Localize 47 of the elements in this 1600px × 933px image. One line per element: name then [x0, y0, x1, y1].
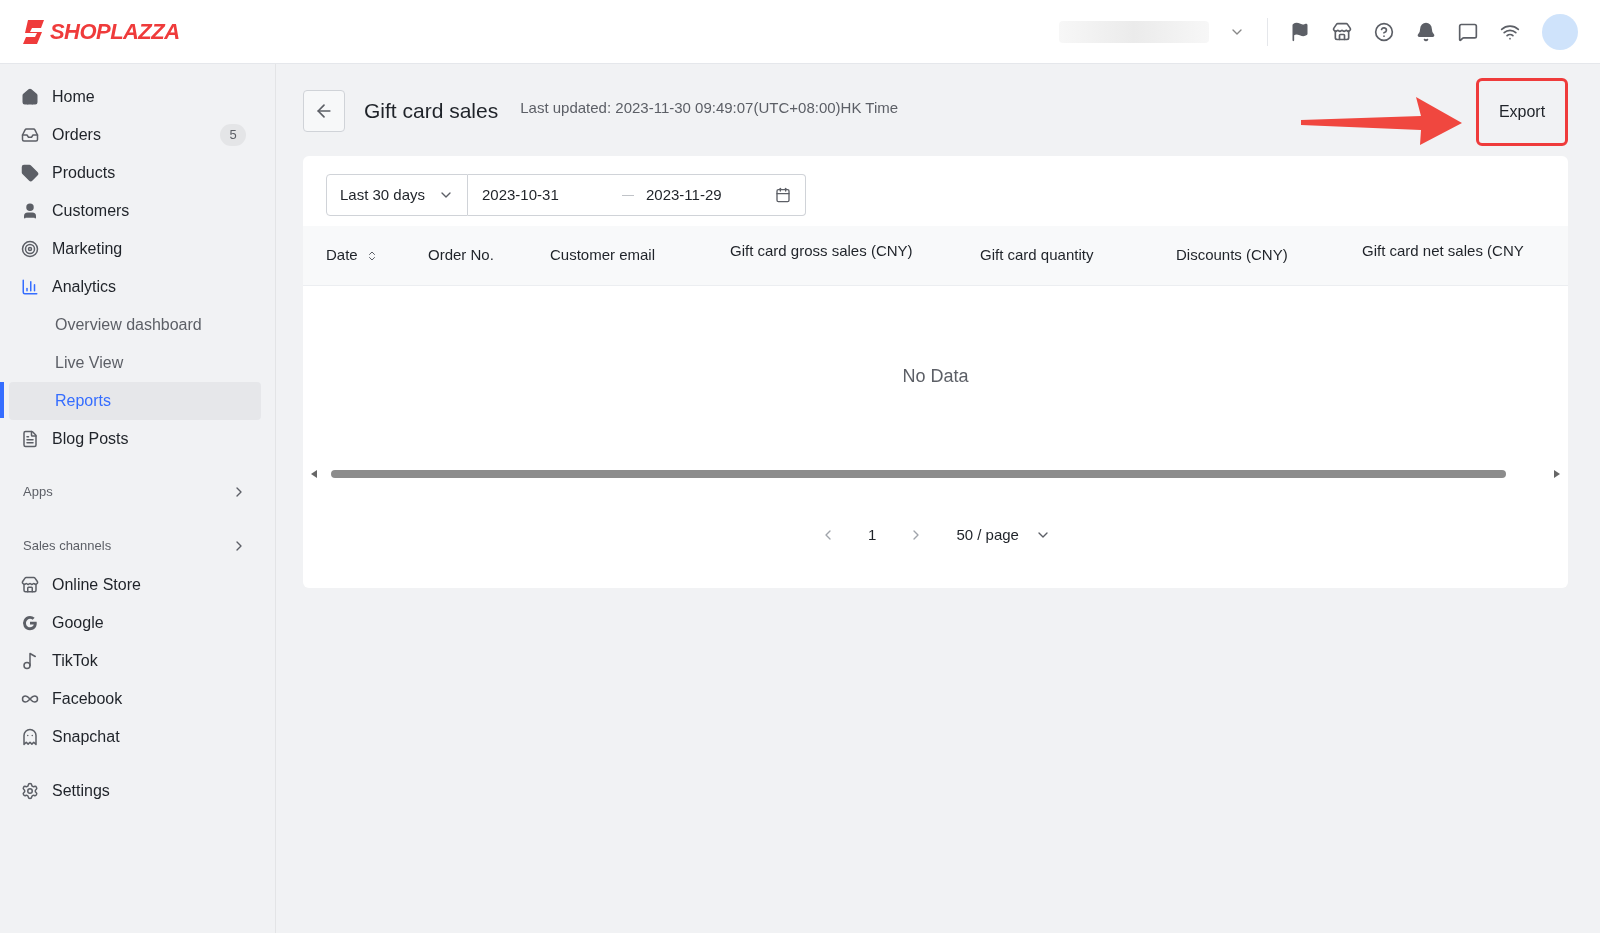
count-badge: 5: [220, 124, 246, 146]
nav-item[interactable]: Products: [0, 154, 262, 192]
column-header: Date: [326, 245, 358, 266]
scroll-right-icon[interactable]: [1554, 470, 1560, 478]
nav-item[interactable]: Blog Posts: [0, 420, 262, 458]
logo-icon: [22, 17, 46, 46]
brand-name: SHOPLAZZA: [50, 18, 180, 46]
help-icon[interactable]: [1374, 21, 1394, 42]
page-number[interactable]: 1: [860, 523, 885, 547]
calendar-icon: [775, 187, 791, 203]
flag-icon[interactable]: [1290, 21, 1310, 42]
nav-item[interactable]: Facebook: [0, 680, 262, 718]
nav-item[interactable]: Orders 5: [0, 116, 262, 154]
empty-state-text: No Data: [902, 364, 969, 388]
nav-item[interactable]: Analytics: [0, 268, 262, 306]
nav-item[interactable]: Home: [0, 78, 262, 116]
nav-item[interactable]: Google: [0, 604, 262, 642]
nav-item[interactable]: Customers: [0, 192, 262, 230]
chat-icon[interactable]: [1458, 21, 1478, 42]
nav-subitem[interactable]: Overview dashboard: [9, 306, 261, 344]
page-size-select[interactable]: 50 / page: [956, 523, 1051, 547]
bell-icon[interactable]: [1416, 21, 1436, 42]
nav-subitem[interactable]: Reports: [9, 382, 261, 420]
page-title: Gift card sales: [364, 98, 499, 125]
nav-item[interactable]: Online Store: [0, 566, 262, 604]
last-updated-text: Last updated: 2023-11-30 09:49:07(UTC+08:00)HK Time: [520, 97, 899, 118]
column-header: Gift card quantity: [980, 245, 1094, 266]
horizontal-scrollbar[interactable]: [331, 470, 1506, 478]
column-header: Customer email: [550, 245, 656, 266]
nav-item[interactable]: Snapchat: [0, 718, 262, 756]
nav-item[interactable]: TikTok: [0, 642, 262, 680]
section-header[interactable]: Sales channels: [0, 526, 275, 566]
range-select[interactable]: Last 30 days: [326, 174, 468, 216]
column-header: Discounts (CNY): [1176, 245, 1288, 266]
export-button[interactable]: Export: [1482, 84, 1562, 140]
nav-item[interactable]: Marketing: [0, 230, 262, 268]
scroll-left-icon[interactable]: [311, 470, 317, 478]
back-button[interactable]: [303, 90, 345, 132]
date-range-field[interactable]: 2023-10-31 2023-11-29: [468, 174, 806, 216]
column-header: Order No.: [428, 245, 494, 266]
active-indicator: [0, 382, 4, 418]
section-header[interactable]: Apps: [0, 472, 275, 512]
column-header: Gift card net sales (CNY: [1362, 241, 1524, 262]
nav-subitem[interactable]: Live View: [9, 344, 261, 382]
column-header: Gift card gross sales (CNY): [730, 241, 913, 262]
store-icon[interactable]: [1332, 21, 1352, 42]
nav-item[interactable]: Settings: [0, 772, 262, 810]
